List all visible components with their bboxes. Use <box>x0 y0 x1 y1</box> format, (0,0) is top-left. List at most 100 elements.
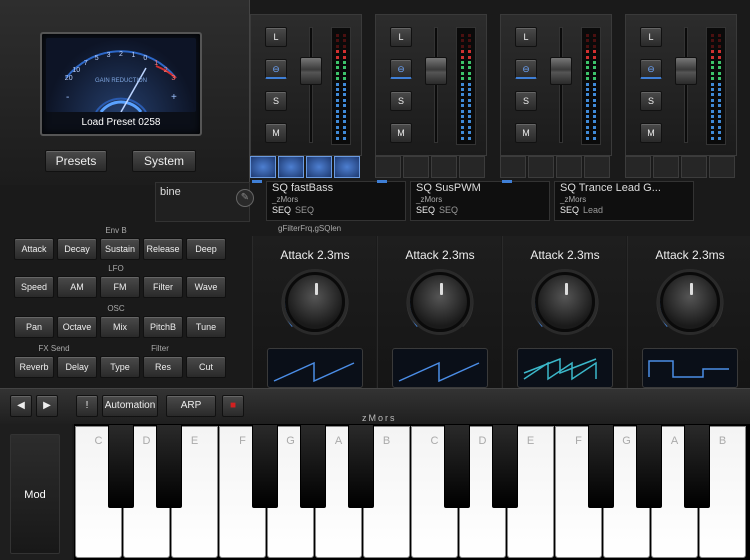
param-button[interactable]: Pan <box>14 316 54 338</box>
attack-knob[interactable] <box>285 272 345 332</box>
arp-button[interactable]: ARP <box>166 395 216 417</box>
strip-button[interactable]: S <box>265 91 287 111</box>
step-cell[interactable] <box>431 156 457 178</box>
led <box>586 88 589 91</box>
strip-button[interactable]: S <box>640 91 662 111</box>
param-button[interactable]: Deep <box>186 238 226 260</box>
param-button[interactable]: Release <box>143 238 183 260</box>
prev-button[interactable]: ◀ <box>10 395 32 417</box>
strip-button[interactable]: S <box>390 91 412 111</box>
step-cell[interactable] <box>459 156 485 178</box>
param-button[interactable]: Tune <box>186 316 226 338</box>
next-button[interactable]: ▶ <box>36 395 58 417</box>
waveform-display[interactable] <box>642 348 738 388</box>
waveform-display[interactable] <box>517 348 613 388</box>
fader-handle[interactable] <box>425 57 447 85</box>
black-key[interactable] <box>156 424 182 508</box>
param-button[interactable]: Res <box>143 356 183 378</box>
attack-knob[interactable] <box>535 272 595 332</box>
attack-knob[interactable] <box>410 272 470 332</box>
param-button[interactable]: Sustain <box>100 238 140 260</box>
step-cell[interactable] <box>653 156 679 178</box>
strip-button[interactable]: L <box>640 27 662 47</box>
vu-dial: - + 201075 3 2 1 0123 GAIN REDUCTION <box>65 50 177 113</box>
step-cell[interactable] <box>500 156 526 178</box>
step-cell[interactable] <box>375 156 401 178</box>
step-cell[interactable] <box>528 156 554 178</box>
param-button[interactable]: Reverb <box>14 356 54 378</box>
fader-handle[interactable] <box>675 57 697 85</box>
strip-button[interactable]: M <box>390 123 412 143</box>
strip-button[interactable]: M <box>640 123 662 143</box>
mod-wheel[interactable]: Mod <box>10 434 60 554</box>
led <box>343 120 346 124</box>
edit-pencil-icon[interactable]: ✎ <box>236 189 254 207</box>
param-button[interactable]: PitchB <box>143 316 183 338</box>
step-cell[interactable] <box>681 156 707 178</box>
automation-button[interactable]: Automation <box>102 395 158 417</box>
fader-handle[interactable] <box>550 57 572 85</box>
param-button[interactable]: AM <box>57 276 97 298</box>
preset-box[interactable]: SQ SusPWM _zMors SEQ SEQ <box>410 181 550 221</box>
black-key[interactable] <box>444 424 470 508</box>
strip-button[interactable]: M <box>515 123 537 143</box>
param-button[interactable]: Wave <box>186 276 226 298</box>
led <box>461 77 464 81</box>
record-button[interactable]: ■ <box>222 395 244 417</box>
black-key[interactable] <box>588 424 614 508</box>
strip-button[interactable]: ⊖ <box>390 59 412 79</box>
strip-button[interactable]: ⊖ <box>265 59 287 79</box>
led <box>711 88 714 91</box>
black-key[interactable] <box>108 424 134 508</box>
strip-button[interactable]: ⊖ <box>515 59 537 79</box>
fader-handle[interactable] <box>300 57 322 85</box>
black-key[interactable] <box>684 424 710 508</box>
system-button[interactable]: System <box>132 150 196 172</box>
step-cell[interactable] <box>334 156 360 178</box>
step-cell[interactable] <box>625 156 651 178</box>
led <box>711 50 714 54</box>
led <box>711 77 714 81</box>
step-cell[interactable] <box>250 156 276 178</box>
led <box>343 34 346 37</box>
preset-tag: SEQ <box>560 205 580 215</box>
param-button[interactable]: Decay <box>57 238 97 260</box>
black-key[interactable] <box>492 424 518 508</box>
param-button[interactable]: Cut <box>186 356 226 378</box>
led <box>343 71 346 75</box>
waveform-display[interactable] <box>267 348 363 388</box>
step-cell[interactable] <box>584 156 610 178</box>
step-cell[interactable] <box>306 156 332 178</box>
strip-button[interactable]: L <box>265 27 287 47</box>
strip-button[interactable]: L <box>390 27 412 47</box>
waveform-display[interactable] <box>392 348 488 388</box>
param-button[interactable]: Mix <box>100 316 140 338</box>
preset-box[interactable]: SQ Trance Lead G... _zMors SEQ Lead <box>554 181 694 221</box>
knob-indicator <box>315 283 318 295</box>
step-cell[interactable] <box>709 156 735 178</box>
step-cell[interactable] <box>403 156 429 178</box>
param-button[interactable]: Speed <box>14 276 54 298</box>
black-key[interactable] <box>636 424 662 508</box>
param-button[interactable]: FM <box>100 276 140 298</box>
param-button[interactable]: Attack <box>14 238 54 260</box>
step-cell[interactable] <box>556 156 582 178</box>
step-cell[interactable] <box>278 156 304 178</box>
param-button[interactable]: Octave <box>57 316 97 338</box>
black-key[interactable] <box>252 424 278 508</box>
strip-button[interactable]: M <box>265 123 287 143</box>
strip-button[interactable]: S <box>515 91 537 111</box>
led <box>593 88 596 91</box>
preset-box[interactable]: SQ fastBass _zMors SEQ SEQ <box>266 181 406 221</box>
strip-button[interactable]: L <box>515 27 537 47</box>
black-key[interactable] <box>300 424 326 508</box>
attack-knob[interactable] <box>660 272 720 332</box>
param-button[interactable]: Delay <box>57 356 97 378</box>
black-key[interactable] <box>348 424 374 508</box>
strip-button[interactable]: ⊖ <box>640 59 662 79</box>
led <box>718 55 721 59</box>
param-button[interactable]: Type <box>100 356 140 378</box>
presets-button[interactable]: Presets <box>45 150 107 172</box>
exclamation-button[interactable]: ! <box>76 395 98 417</box>
param-button[interactable]: Filter <box>143 276 183 298</box>
